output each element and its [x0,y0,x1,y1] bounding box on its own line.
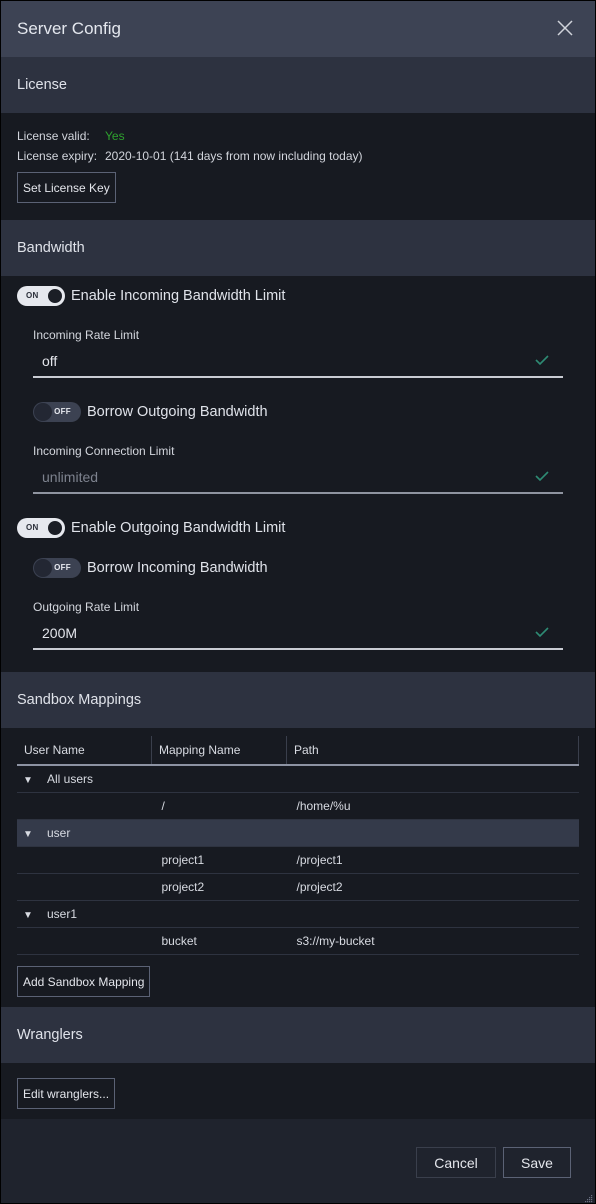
incoming-connection-field: Incoming Connection Limit [33,444,563,494]
check-icon [535,355,549,366]
mapping-path-cell: s3://my-bucket [286,927,579,955]
license-valid-value: Yes [105,129,125,143]
save-button[interactable]: Save [503,1147,571,1178]
incoming-connection-input-wrap [33,462,563,494]
borrow-outgoing-row: OFF Borrow Outgoing Bandwidth [33,402,268,422]
outgoing-rate-field: Outgoing Rate Limit [33,600,563,650]
toggle-state-label: ON [26,291,39,300]
toggle-state-label: OFF [54,563,71,572]
table-row[interactable]: / /home/%u [17,792,579,820]
toggle-knob [46,287,64,305]
outgoing-limit-toggle[interactable]: ON [17,518,65,538]
column-header-path[interactable]: Path [286,736,579,766]
borrow-outgoing-toggle[interactable]: OFF [33,402,81,422]
bandwidth-section-header: Bandwidth [1,220,595,276]
license-valid-label: License valid: [17,129,90,143]
table-row[interactable]: project2 /project2 [17,873,579,901]
toggle-state-label: ON [26,523,39,532]
license-section: License valid: Yes License expiry: 2020-… [1,113,595,220]
table-row[interactable]: bucket s3://my-bucket [17,927,579,955]
check-icon [535,627,549,638]
table-row-group[interactable]: ▼ user1 [17,900,579,928]
borrow-incoming-row: OFF Borrow Incoming Bandwidth [33,558,268,578]
toggle-knob [46,519,64,537]
incoming-limit-row: ON Enable Incoming Bandwidth Limit [17,286,285,306]
toggle-state-label: OFF [54,407,71,416]
license-expiry-value: 2020-10-01 (141 days from now including … [105,149,363,163]
table-row-group-selected[interactable]: ▼ user [17,819,579,847]
mapping-name-cell: project1 [151,846,287,874]
group-user-name: user [47,826,71,840]
outgoing-rate-input-wrap [33,618,563,650]
sandbox-mappings-table: User Name Mapping Name Path ▼ All users /… [17,736,579,955]
mapping-name-cell: project2 [151,873,287,901]
table-row-group[interactable]: ▼ All users [17,765,579,793]
outgoing-rate-input[interactable] [33,625,521,641]
borrow-incoming-label: Borrow Incoming Bandwidth [87,560,268,576]
incoming-limit-label: Enable Incoming Bandwidth Limit [71,288,286,304]
sandbox-section: User Name Mapping Name Path ▼ All users /… [1,728,595,1007]
license-expiry-row: License expiry: 2020-10-01 (141 days fro… [17,146,579,166]
outgoing-limit-row: ON Enable Outgoing Bandwidth Limit [17,518,285,538]
incoming-rate-label: Incoming Rate Limit [33,328,140,342]
outgoing-rate-label: Outgoing Rate Limit [33,600,140,614]
expand-triangle-icon[interactable]: ▼ [17,910,39,921]
incoming-connection-input[interactable] [33,469,521,485]
set-license-key-button[interactable]: Set License Key [17,172,116,203]
expand-triangle-icon[interactable]: ▼ [17,829,39,840]
bandwidth-section: ON Enable Incoming Bandwidth Limit Incom… [1,276,595,672]
mapping-name-cell: / [151,792,287,820]
expand-triangle-icon[interactable]: ▼ [17,775,39,786]
server-config-dialog: Server Config License License valid: Yes… [1,1,595,1203]
dialog-titlebar: Server Config [1,1,595,57]
column-header-user-name[interactable]: User Name [17,736,152,766]
group-user-name: user1 [47,907,78,921]
dialog-title: Server Config [17,19,121,38]
group-user-name: All users [47,772,94,786]
cancel-button[interactable]: Cancel [416,1147,496,1178]
toggle-knob [34,559,52,577]
incoming-limit-toggle[interactable]: ON [17,286,65,306]
sandbox-section-header: Sandbox Mappings [1,672,595,728]
wranglers-section-header: Wranglers [1,1007,595,1063]
borrow-outgoing-label: Borrow Outgoing Bandwidth [87,404,268,420]
table-row[interactable]: project1 /project1 [17,846,579,874]
incoming-rate-input[interactable] [33,353,521,369]
license-valid-row: License valid: Yes [17,126,579,146]
toggle-knob [34,403,52,421]
table-header-row: User Name Mapping Name Path [17,736,579,766]
resize-grip-icon[interactable] [583,1193,593,1203]
column-header-mapping-name[interactable]: Mapping Name [151,736,287,766]
mapping-path-cell: /project2 [286,873,579,901]
add-sandbox-mapping-button[interactable]: Add Sandbox Mapping [17,966,151,997]
wranglers-section: Edit wranglers... [1,1063,595,1119]
mapping-name-cell: bucket [151,927,287,955]
outgoing-limit-label: Enable Outgoing Bandwidth Limit [71,520,286,536]
mapping-path-cell: /home/%u [286,792,579,820]
borrow-incoming-toggle[interactable]: OFF [33,558,81,578]
incoming-rate-field: Incoming Rate Limit [33,328,563,378]
close-icon[interactable] [557,20,573,36]
edit-wranglers-button[interactable]: Edit wranglers... [17,1078,116,1109]
license-section-header: License [1,57,595,113]
license-expiry-label: License expiry: [17,149,98,163]
incoming-rate-input-wrap [33,346,563,378]
dialog-footer: Cancel Save [1,1119,595,1203]
mapping-path-cell: /project1 [286,846,579,874]
incoming-connection-label: Incoming Connection Limit [33,444,175,458]
check-icon [535,471,549,482]
